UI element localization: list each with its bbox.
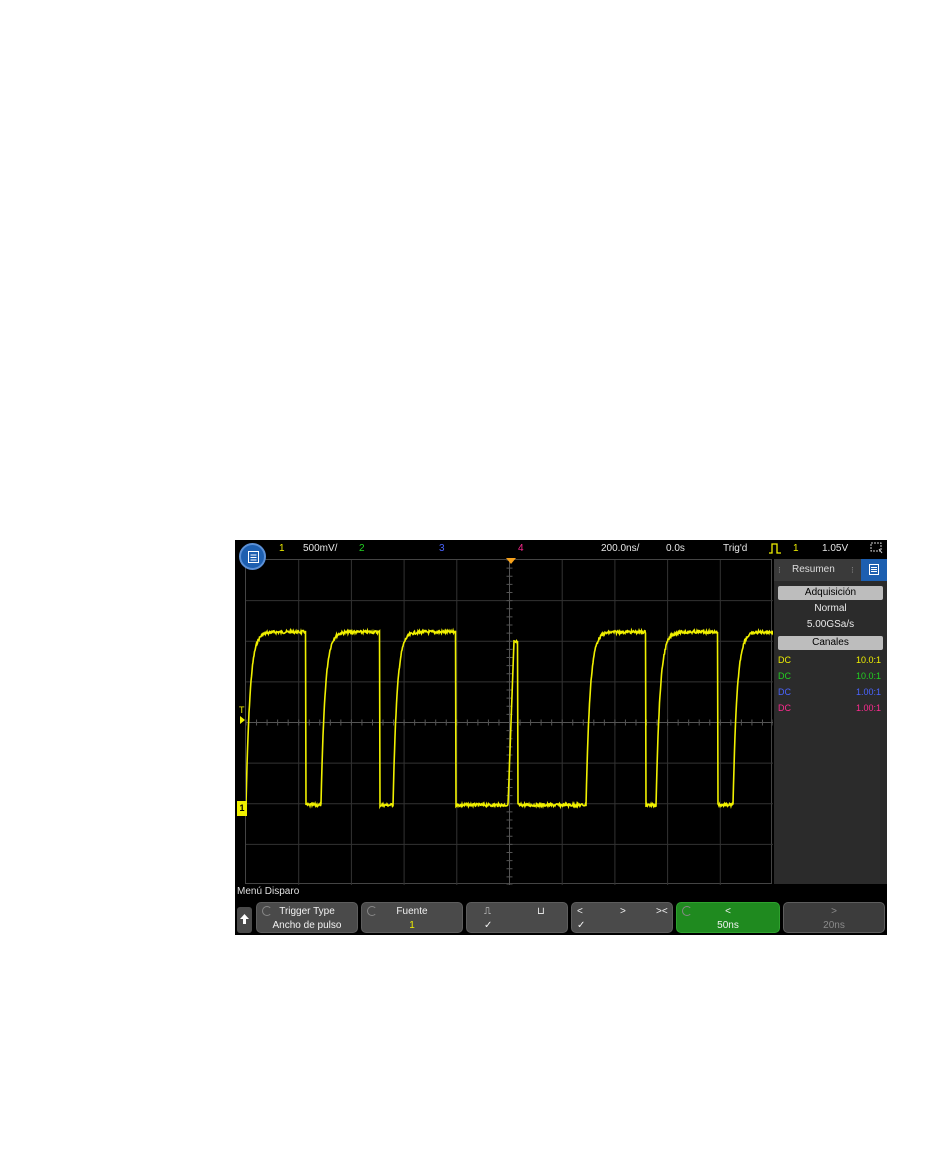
softkey-title: < [725, 906, 731, 917]
softkey-title: Trigger Type [279, 906, 335, 917]
softkey-value: 1 [409, 920, 415, 931]
waveform-graticule[interactable] [245, 559, 773, 885]
checkmark-icon: ✓ [577, 920, 586, 931]
ch4-label[interactable]: 4 [518, 543, 524, 554]
grip-icon: ⁝ [778, 565, 781, 575]
trigger-source[interactable]: 1 [793, 543, 799, 554]
waveform-display [246, 560, 773, 885]
menu-title: Menú Disparo [237, 886, 300, 897]
channel-probe: 10.0:1 [855, 671, 881, 681]
channel-probe: 1.00:1 [855, 687, 881, 697]
channel-probe: 1.00:1 [855, 703, 881, 713]
channel-coupling: DC [778, 655, 791, 665]
channel-row-4: DC 1.00:1 [778, 703, 883, 717]
ch1-ground-marker[interactable]: 1 [237, 801, 247, 816]
softkey-value: 50ns [717, 920, 739, 931]
greater-than-option: > [620, 906, 626, 917]
trigger-position-marker[interactable] [506, 558, 516, 564]
trigger-level[interactable]: 1.05V [822, 543, 848, 554]
main-menu-button[interactable] [239, 543, 266, 570]
arrow-up-icon [240, 914, 249, 924]
less-than-option: < [577, 906, 583, 917]
grip-icon: ⁝ [851, 565, 854, 575]
softkey-value: 20ns [823, 920, 845, 931]
trigger-level-marker[interactable]: T [239, 706, 245, 715]
pulse-icon [769, 543, 781, 557]
ch2-label[interactable]: 2 [359, 543, 365, 554]
channel-coupling: DC [778, 703, 791, 713]
channel-row-2: DC 10.0:1 [778, 671, 883, 685]
softkey-value: Ancho de pulso [272, 920, 342, 931]
trigger-status: Trig'd [723, 543, 748, 554]
sidebar-tab[interactable]: ⁝ Resumen ⁝ [774, 559, 887, 581]
channel-coupling: DC [778, 687, 791, 697]
polarity-softkey[interactable]: ⎍ ⊔ ✓ [466, 902, 568, 933]
summary-sidebar: ⁝ Resumen ⁝ Adquisición Normal 5.00GSa/s… [774, 559, 887, 884]
sidebar-tab-label: Resumen [792, 564, 835, 575]
trigger-type-softkey[interactable]: Trigger Type Ancho de pulso [256, 902, 358, 933]
acquisition-header: Adquisición [778, 586, 883, 600]
timebase-scale[interactable]: 200.0ns/ [601, 543, 639, 554]
softkey-title: > [831, 906, 837, 917]
menu-icon [248, 551, 259, 563]
ch3-label[interactable]: 3 [439, 543, 445, 554]
trigger-level-arrow-icon [240, 716, 245, 724]
source-softkey[interactable]: Fuente 1 [361, 902, 463, 933]
channels-header: Canales [778, 636, 883, 650]
softkey-bar: Trigger Type Ancho de pulso Fuente 1 ⎍ ⊔… [235, 900, 887, 935]
acquisition-mode: Normal [814, 603, 847, 614]
ch1-label[interactable]: 1 [279, 543, 285, 554]
oscilloscope-screen: 1 500mV/ 2 3 4 200.0ns/ 0.0s Trig'd 1 1.… [235, 540, 887, 935]
channel-row-1: DC 10.0:1 [778, 655, 883, 669]
channel-probe: 10.0:1 [855, 655, 881, 665]
sidebar-menu-button[interactable] [861, 559, 887, 581]
positive-pulse-icon: ⎍ [484, 906, 491, 917]
ch1-scale[interactable]: 500mV/ [303, 543, 337, 554]
menu-icon [869, 564, 879, 575]
softkey-title: Fuente [396, 906, 428, 917]
sample-rate: 5.00GSa/s [806, 619, 855, 630]
screen-capture-icon[interactable] [870, 542, 883, 557]
range-option: >< [656, 906, 668, 917]
checkmark-icon: ✓ [484, 920, 493, 931]
less-than-time-softkey[interactable]: < 50ns [676, 902, 780, 933]
back-button[interactable] [237, 907, 252, 933]
negative-pulse-icon: ⊔ [537, 906, 545, 917]
qualifier-softkey[interactable]: < > >< ✓ [571, 902, 673, 933]
status-bar: 1 500mV/ 2 3 4 200.0ns/ 0.0s Trig'd 1 1.… [235, 540, 887, 559]
channel-coupling: DC [778, 671, 791, 681]
greater-than-time-softkey[interactable]: > 20ns [783, 902, 885, 933]
time-delay[interactable]: 0.0s [666, 543, 685, 554]
channel-row-3: DC 1.00:1 [778, 687, 883, 701]
